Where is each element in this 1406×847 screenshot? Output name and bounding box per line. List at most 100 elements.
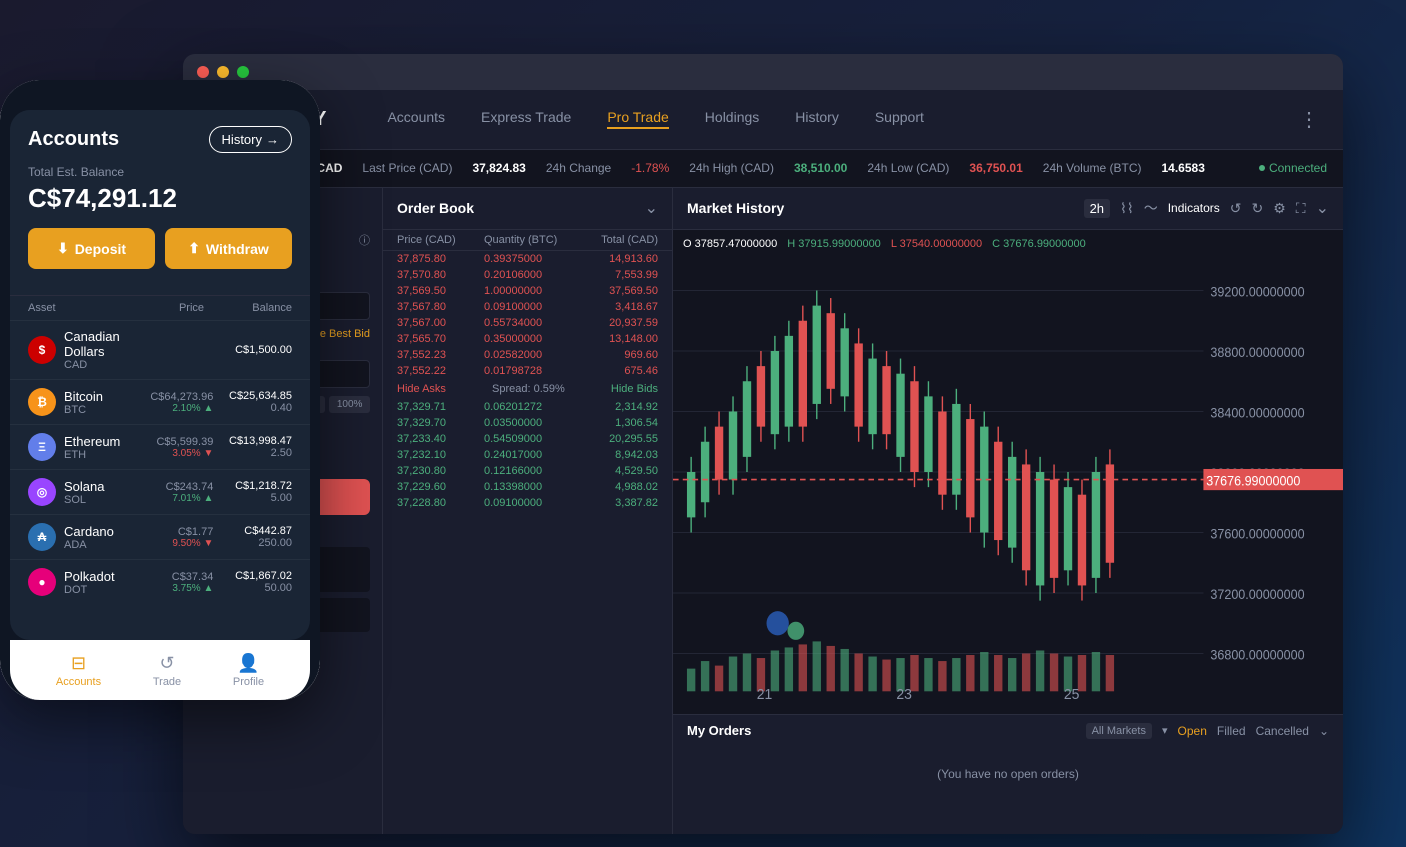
wave-icon[interactable]: 〜 xyxy=(1144,198,1158,218)
asset-info: Canadian Dollars CAD xyxy=(64,329,135,371)
asset-info: Polkadot DOT xyxy=(64,569,135,596)
asset-symbol: ETH xyxy=(64,449,135,461)
purchase-limit-icon: ⓘ xyxy=(359,232,370,248)
asset-info: Bitcoin BTC xyxy=(64,389,135,416)
withdraw-button[interactable]: ⬆ Withdraw xyxy=(165,228,292,269)
withdraw-label: Withdraw xyxy=(206,241,269,257)
nav-trade[interactable]: ↺ Trade xyxy=(153,653,181,688)
asset-price: C$5,599.39 xyxy=(143,436,214,448)
my-orders-panel: My Orders All Markets ▾ Open Filled Canc… xyxy=(673,714,1343,834)
nav-links: Accounts Express Trade Pro Trade Holding… xyxy=(387,109,1259,129)
tab-filled[interactable]: Filled xyxy=(1217,724,1246,738)
mobile-history-button[interactable]: History → xyxy=(209,126,292,153)
withdraw-icon: ⬆ xyxy=(188,240,200,257)
bid-row: 37,228.800.091000003,387.82 xyxy=(383,495,672,511)
orderbook-title: Order Book xyxy=(397,200,474,216)
svg-text:37676.99000000: 37676.99000000 xyxy=(1206,473,1300,489)
profile-icon: 👤 xyxy=(237,653,259,674)
browser-titlebar xyxy=(183,54,1343,90)
asset-change: 2.10% ▲ xyxy=(143,403,214,414)
asset-change: 9.50% ▼ xyxy=(143,538,214,549)
orders-chevron[interactable]: ⌄ xyxy=(1319,724,1329,738)
tab-open[interactable]: Open xyxy=(1178,724,1207,738)
close-btn[interactable] xyxy=(197,66,209,78)
orders-tabs: All Markets ▾ Open Filled Cancelled ⌄ xyxy=(1086,723,1329,739)
pct-100-button[interactable]: 100% xyxy=(329,396,370,413)
no-orders-message: (You have no open orders) xyxy=(687,747,1329,801)
list-item[interactable]: ● Polkadot DOT C$37.34 3.75% ▲ C$1,867.0… xyxy=(10,559,310,604)
maximize-btn[interactable] xyxy=(237,66,249,78)
change-value: -1.78% xyxy=(631,161,669,175)
nav-express-trade[interactable]: Express Trade xyxy=(481,109,571,129)
asset-symbol: BTC xyxy=(64,404,135,416)
hide-bids-button[interactable]: Hide Bids xyxy=(611,383,658,395)
browser-window: ₿ BITBUY Accounts Express Trade Pro Trad… xyxy=(183,54,1343,834)
more-menu-button[interactable]: ⋮ xyxy=(1299,107,1319,132)
top-nav: ₿ BITBUY Accounts Express Trade Pro Trad… xyxy=(183,90,1343,150)
volume-label: 24h Volume (BTC) xyxy=(1043,161,1142,175)
asset-icon: ● xyxy=(28,568,56,596)
asset-name: Bitcoin xyxy=(64,389,135,404)
ohlc-open: O 37857.47000000 xyxy=(683,238,777,250)
bids-container: 37,329.710.062012722,314.9237,329.700.03… xyxy=(383,399,672,511)
asset-balance: C$1,500.00 xyxy=(221,344,292,356)
balance-label: Total Est. Balance xyxy=(28,165,292,179)
asset-balance: C$1,218.72 xyxy=(221,480,292,492)
col-price: Price xyxy=(116,302,204,314)
bid-row: 37,329.700.035000001,306.54 xyxy=(383,415,672,431)
orderbook-chevron[interactable]: ⌄ xyxy=(645,198,658,218)
asset-change: 7.01% ▲ xyxy=(143,493,214,504)
chart-type-icon[interactable]: ⌇⌇ xyxy=(1120,200,1134,217)
ask-row: 37,567.000.5573400020,937.59 xyxy=(383,315,672,331)
settings-icon[interactable]: ⚙ xyxy=(1273,200,1286,217)
asset-price-col: C$5,599.39 3.05% ▼ xyxy=(143,436,214,459)
bid-row: 37,229.600.133980004,988.02 xyxy=(383,479,672,495)
list-item[interactable]: Ξ Ethereum ETH C$5,599.39 3.05% ▼ C$13,9… xyxy=(10,424,310,469)
mobile-screen: Accounts History → Total Est. Balance C$… xyxy=(0,80,320,700)
last-price-label: Last Price (CAD) xyxy=(362,161,452,175)
minimize-btn[interactable] xyxy=(217,66,229,78)
deposit-icon: ⬇ xyxy=(57,240,69,257)
candlestick-chart: 39200.00000000 38800.00000000 38400.0000… xyxy=(673,230,1343,714)
timeframe-button[interactable]: 2h xyxy=(1084,199,1110,218)
redo-icon[interactable]: ↻ xyxy=(1251,200,1263,217)
list-item[interactable]: $ Canadian Dollars CAD C$1,500.00 xyxy=(10,320,310,379)
asset-symbol: CAD xyxy=(64,359,135,371)
nav-holdings[interactable]: Holdings xyxy=(705,109,759,129)
balance-section: Total Est. Balance C$74,291.12 ⬇ Deposit… xyxy=(10,165,310,295)
asset-list-header: Asset Price Balance xyxy=(10,295,310,320)
all-markets-button[interactable]: All Markets xyxy=(1086,723,1152,739)
nav-history[interactable]: History xyxy=(795,109,839,129)
asset-balance: C$1,867.02 xyxy=(221,570,292,582)
nav-accounts[interactable]: ⊟ Accounts xyxy=(56,653,101,688)
asset-name: Solana xyxy=(64,479,135,494)
high-value: 38,510.00 xyxy=(794,161,847,175)
list-item[interactable]: ◎ Solana SOL C$243.74 7.01% ▲ C$1,218.72… xyxy=(10,469,310,514)
fullscreen-icon[interactable]: ⛶ xyxy=(1296,200,1306,217)
hide-asks-button[interactable]: Hide Asks xyxy=(397,383,446,395)
indicators-button[interactable]: Indicators xyxy=(1168,201,1220,215)
ohlc-low: L 37540.00000000 xyxy=(891,238,982,250)
asset-balance-col: C$13,998.47 2.50 xyxy=(221,435,292,459)
asset-price-col: C$243.74 7.01% ▲ xyxy=(143,481,214,504)
bid-row: 37,230.800.121660004,529.50 xyxy=(383,463,672,479)
nav-support[interactable]: Support xyxy=(875,109,924,129)
list-item[interactable]: ₳ Cardano ADA C$1.77 9.50% ▼ C$442.87 25… xyxy=(10,514,310,559)
nav-accounts[interactable]: Accounts xyxy=(387,109,445,129)
markets-chevron[interactable]: ▾ xyxy=(1162,724,1168,737)
nav-profile[interactable]: 👤 Profile xyxy=(233,653,264,688)
undo-icon[interactable]: ↺ xyxy=(1230,200,1242,217)
svg-text:23: 23 xyxy=(896,686,912,703)
asks-container: 37,875.800.3937500014,913.6037,570.800.2… xyxy=(383,251,672,379)
asset-amount: 0.40 xyxy=(221,402,292,414)
col-price: Price (CAD) xyxy=(397,234,484,246)
connection-label: Connected xyxy=(1269,161,1327,175)
list-item[interactable]: ₿ Bitcoin BTC C$64,273.96 2.10% ▲ C$25,6… xyxy=(10,379,310,424)
deposit-button[interactable]: ⬇ Deposit xyxy=(28,228,155,269)
tab-cancelled[interactable]: Cancelled xyxy=(1256,724,1309,738)
main-content: Limit Market Purchase Limit ⓘ CAD $10000… xyxy=(183,188,1343,834)
asset-name: Canadian Dollars xyxy=(64,329,135,359)
orders-header: My Orders All Markets ▾ Open Filled Canc… xyxy=(687,723,1329,739)
chart-chevron[interactable]: ⌄ xyxy=(1316,198,1329,218)
nav-pro-trade[interactable]: Pro Trade xyxy=(607,109,668,129)
